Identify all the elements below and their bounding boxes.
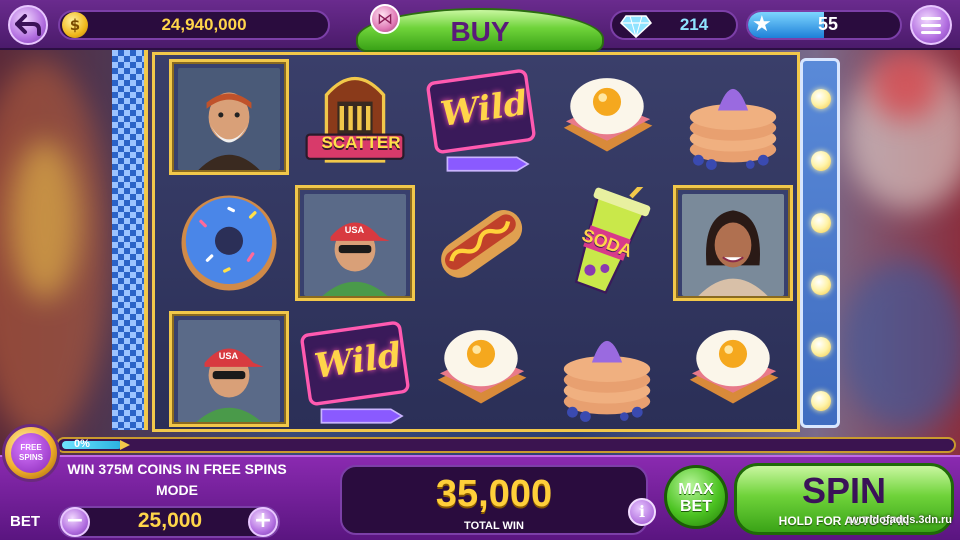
usa-cap-man-portrait-icon: USA	[304, 194, 406, 296]
spin-label: SPIN	[801, 470, 887, 511]
max-bet-label-line2: BET	[680, 498, 712, 515]
smiling-woman-portrait-icon	[682, 194, 784, 296]
menu-button[interactable]	[910, 5, 952, 45]
level-value: 55	[818, 14, 839, 34]
gift-bow-icon[interactable]: ⋈	[370, 4, 400, 34]
symbol-blueberry-pancakes	[547, 311, 667, 427]
blueberry-pancakes-icon	[689, 88, 777, 170]
gem-balance: 214	[610, 10, 738, 40]
free-spins-badge[interactable]: FREE SPINS	[2, 424, 60, 482]
svg-text:USA: USA	[219, 351, 239, 361]
top-bar: $ 24,940,000 BUY ⋈ 214 ★ 55	[0, 0, 960, 52]
symbol-bearded-biker	[169, 59, 289, 175]
marquee-bulb	[811, 275, 831, 295]
marquee-bulb	[811, 151, 831, 171]
usa-cap-man-portrait-icon: USA	[178, 320, 280, 422]
bet-value: 25,000	[137, 509, 203, 532]
svg-text:USA: USA	[345, 225, 365, 235]
free-spins-progress-bar: 0%	[56, 437, 956, 453]
total-win-label: TOTAL WIN	[464, 520, 524, 532]
reel-frame-left	[112, 50, 148, 430]
symbol-usa-cap-man: USA	[169, 311, 289, 427]
marquee-bulb	[811, 337, 831, 357]
coin-balance-value: 24,940,000	[161, 15, 247, 34]
fried-egg-sandwich-icon	[689, 330, 779, 404]
symbol-usa-cap-man: USA	[295, 185, 415, 301]
info-button[interactable]: i	[628, 498, 656, 526]
coin-balance: $ 24,940,000	[58, 10, 330, 40]
slot-reels: USA SCATTER USA Wild Wild SODA	[152, 52, 800, 432]
bet-increase-button[interactable]: +	[248, 507, 278, 537]
gem-balance-value: 214	[679, 15, 709, 34]
symbol-blue-donut	[169, 185, 289, 301]
marquee-bulb	[811, 391, 831, 411]
scatter-label: SCATTER	[321, 133, 401, 152]
blueberry-pancakes-icon	[563, 340, 651, 422]
max-bet-button[interactable]: MAX BET	[664, 465, 728, 529]
symbol-jukebox-scatter: SCATTER	[295, 59, 415, 175]
dollar-coin-icon: $	[62, 12, 88, 38]
donut-icon	[181, 195, 277, 291]
star-icon: ★	[752, 12, 772, 37]
symbol-wild: Wild	[421, 59, 541, 175]
max-bet-label-line1: MAX	[678, 481, 714, 498]
back-button[interactable]	[8, 5, 48, 45]
fried-egg-sandwich-icon	[563, 78, 653, 152]
free-spins-badge-label: FREE SPINS	[11, 433, 51, 473]
bet-decrease-button[interactable]: −	[60, 507, 90, 537]
jukebox-icon	[305, 77, 405, 163]
hamburger-menu-icon	[921, 16, 941, 20]
free-spins-progress-fill	[62, 441, 122, 449]
symbol-soda-cup: SODA	[547, 185, 667, 301]
hot-dog-icon	[441, 210, 523, 278]
marquee-bulb	[811, 213, 831, 233]
watermark: worldofadds.3dn.ru	[849, 514, 952, 526]
total-win-panel: 35,000 TOTAL WIN	[340, 465, 648, 535]
back-arrow-icon	[15, 14, 41, 36]
total-win-value: 35,000	[435, 473, 553, 515]
symbol-fried-egg-sandwich	[547, 59, 667, 175]
level-progress: ★ 55	[746, 10, 902, 40]
free-spins-promo-text: WIN 375M COINS IN FREE SPINS MODE	[67, 461, 287, 498]
diamond-icon	[620, 15, 652, 38]
progress-arrow-icon	[120, 440, 130, 450]
bet-label: BET	[10, 513, 40, 530]
symbol-wild: Wild	[295, 311, 415, 427]
free-spins-progress-label: 0%	[74, 438, 90, 450]
reel-frame-right	[800, 58, 840, 428]
symbol-blueberry-pancakes	[673, 59, 793, 175]
bearded-biker-portrait-icon	[178, 68, 280, 170]
symbol-hot-dog	[421, 185, 541, 301]
symbol-smiling-woman	[673, 185, 793, 301]
fried-egg-sandwich-icon	[437, 330, 527, 404]
symbol-fried-egg-sandwich	[673, 311, 793, 427]
symbol-fried-egg-sandwich	[421, 311, 541, 427]
marquee-bulb	[811, 89, 831, 109]
